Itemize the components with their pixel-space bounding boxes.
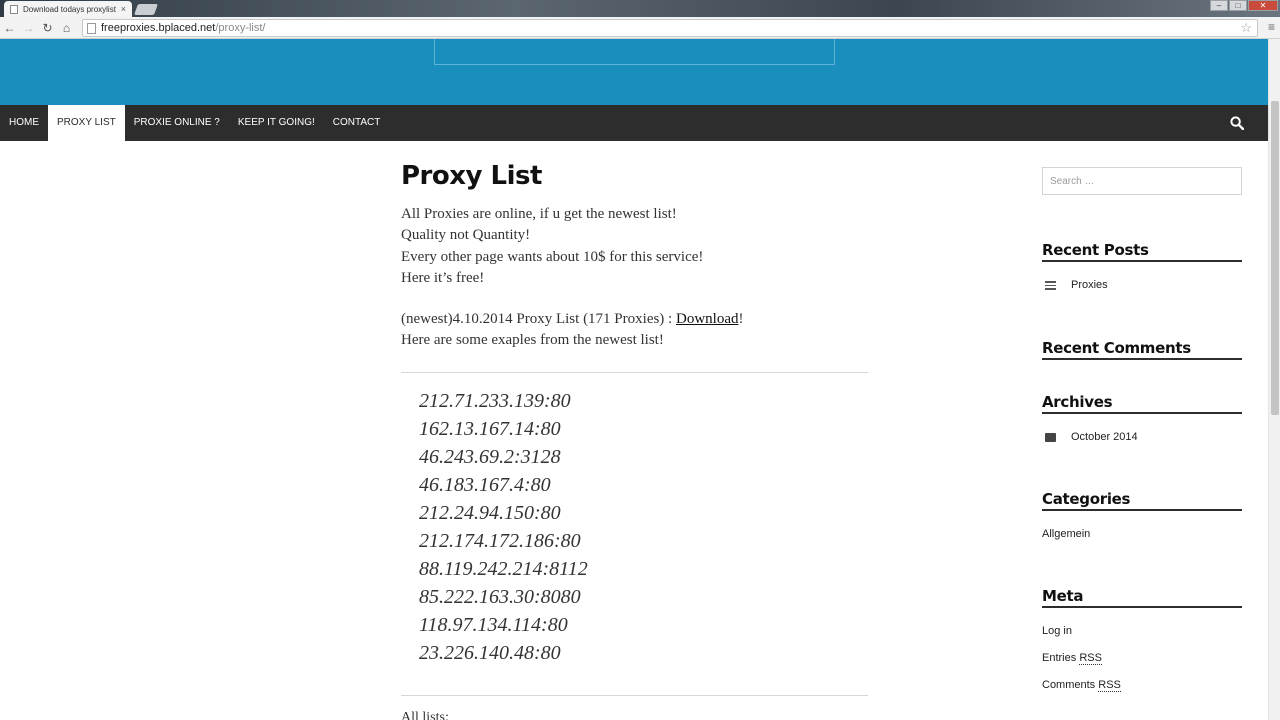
rss-abbr: RSS (1079, 652, 1102, 665)
home-icon[interactable]: ⌂ (57, 21, 76, 35)
bookmark-star-icon[interactable]: ☆ (1240, 20, 1252, 36)
proxy-entry: 118.97.134.114:80 (419, 613, 568, 636)
close-window-icon[interactable]: ✕ (1248, 0, 1278, 11)
proxy-entry: 212.174.172.186:80 (419, 529, 581, 552)
examples-text: Here are some exaples from the newest li… (401, 332, 664, 349)
widget-recent-comments: Recent Comments (1042, 339, 1242, 360)
meta-comments-rss-link[interactable]: Comments RSS (1042, 672, 1242, 699)
main-content: Proxy List All Proxies are online, if u … (401, 141, 868, 720)
archive-link[interactable]: October 2014 (1071, 431, 1138, 443)
nav-item-home[interactable]: HOME (0, 105, 48, 141)
widget-title: Archives (1042, 393, 1242, 414)
maximize-icon[interactable]: □ (1229, 0, 1247, 11)
nav-item-contact[interactable]: CONTACT (324, 105, 390, 141)
url-host: freeproxies.bplaced.net (101, 22, 216, 34)
widget-title: Recent Posts (1042, 241, 1242, 262)
widget-categories: Categories Allgemein (1042, 490, 1242, 542)
recent-post-item[interactable]: Proxies (1042, 277, 1242, 293)
category-link[interactable]: Allgemein (1042, 526, 1242, 542)
widget-archives: Archives October 2014 (1042, 393, 1242, 445)
meta-comments-label: Comments (1042, 679, 1096, 691)
download-section: (newest)4.10.2014 Proxy List (171 Proxie… (401, 309, 868, 352)
proxy-entry: 212.71.233.139:80 (419, 389, 571, 412)
meta-list: Log in Entries RSS Comments RSS (1042, 618, 1242, 699)
proxy-entry: 85.222.163.30:8080 (419, 585, 581, 608)
window-controls: – □ ✕ (1210, 0, 1278, 11)
page-scrollbar[interactable] (1268, 39, 1280, 720)
proxy-entry: 212.24.94.150:80 (419, 501, 561, 524)
header-banner-box (434, 39, 835, 65)
page-viewport: HOME PROXY LIST PROXIE ONLINE ? KEEP IT … (0, 39, 1268, 720)
sidebar: Search … Recent Posts Proxies Recent Com… (1042, 141, 1242, 699)
tab-close-icon[interactable]: × (121, 4, 126, 14)
meta-login-link[interactable]: Log in (1042, 618, 1242, 645)
widget-meta: Meta Log in Entries RSS Comments RSS (1042, 587, 1242, 699)
widget-title: Categories (1042, 490, 1242, 511)
proxy-entry: 162.13.167.14:80 (419, 417, 561, 440)
meta-entries-rss-link[interactable]: Entries RSS (1042, 645, 1242, 672)
download-link[interactable]: Download (676, 311, 739, 327)
download-suffix: ! (738, 311, 744, 328)
url-path: /proxy-list/ (215, 22, 266, 34)
back-arrow-icon[interactable]: ← (0, 21, 19, 35)
proxy-entry: 88.119.242.214:8112 (419, 557, 588, 580)
nav-item-proxy-list[interactable]: PROXY LIST (48, 105, 125, 141)
scrollbar-thumb[interactable] (1271, 101, 1279, 415)
intro-text: All Proxies are online, if u get the new… (401, 204, 868, 289)
rss-abbr: RSS (1098, 679, 1121, 692)
proxy-entry: 23.226.140.48:80 (419, 641, 561, 664)
proxy-entry: 46.183.167.4:80 (419, 473, 551, 496)
browser-menu-icon[interactable]: ≡ (1268, 20, 1275, 34)
search-icon[interactable] (1230, 116, 1244, 130)
widget-title: Meta (1042, 587, 1242, 608)
intro-line: Every other page wants about 10$ for thi… (401, 248, 704, 265)
intro-line: All Proxies are online, if u get the new… (401, 206, 677, 222)
download-prefix: (newest)4.10.2014 Proxy List (171 Proxie… (401, 311, 676, 328)
intro-line: Here it’s free! (401, 269, 485, 286)
meta-entries-label: Entries (1042, 652, 1077, 664)
reload-icon[interactable]: ↻ (38, 21, 57, 35)
divider (401, 694, 868, 696)
tab-title: Download todays proxylist (23, 4, 116, 14)
all-lists-label: All lists: (401, 709, 449, 720)
widget-recent-posts: Recent Posts Proxies (1042, 241, 1242, 293)
recent-post-link[interactable]: Proxies (1071, 279, 1108, 291)
sidebar-search-input[interactable]: Search … (1042, 167, 1242, 195)
page-icon (87, 22, 96, 34)
nav-item-proxie-online[interactable]: PROXIE ONLINE ? (125, 105, 229, 141)
new-tab-button[interactable] (133, 4, 159, 15)
page-title: Proxy List (401, 161, 542, 191)
browser-tabstrip: Download todays proxylist × – □ ✕ (0, 0, 1280, 17)
widget-title: Recent Comments (1042, 339, 1242, 360)
browser-tab[interactable]: Download todays proxylist × (4, 1, 132, 17)
post-icon (1045, 280, 1056, 290)
intro-line: Quality not Quantity! (401, 227, 531, 244)
address-bar[interactable]: freeproxies.bplaced.net/proxy-list/ (82, 19, 1258, 37)
minimize-icon[interactable]: – (1210, 0, 1228, 11)
page-favicon-icon (10, 4, 18, 14)
folder-icon (1045, 432, 1056, 442)
divider (401, 371, 868, 373)
forward-arrow-icon[interactable]: → (19, 21, 38, 35)
browser-toolbar: ← → ↻ ⌂ freeproxies.bplaced.net/proxy-li… (0, 17, 1280, 39)
site-header (0, 39, 1268, 105)
proxy-entry: 46.243.69.2:3128 (419, 445, 561, 468)
nav-item-keep-it-going[interactable]: KEEP IT GOING! (229, 105, 324, 141)
archive-item[interactable]: October 2014 (1042, 429, 1242, 445)
proxy-list: 212.71.233.139:80 162.13.167.14:80 46.24… (401, 387, 868, 667)
download-line: (newest)4.10.2014 Proxy List (171 Proxie… (401, 309, 868, 330)
primary-navigation: HOME PROXY LIST PROXIE ONLINE ? KEEP IT … (0, 105, 1268, 141)
